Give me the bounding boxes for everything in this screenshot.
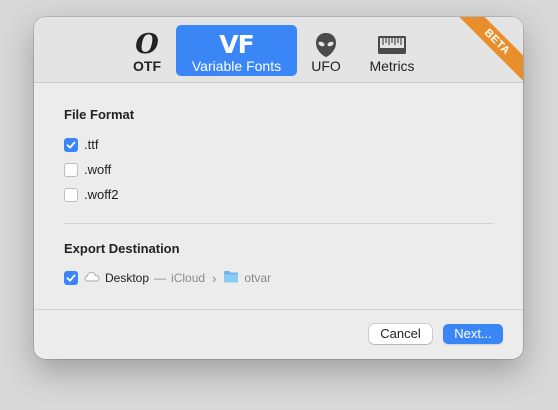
tab-variable-fonts[interactable]: VF Variable Fonts [176, 25, 297, 76]
destination-location: Desktop [105, 271, 150, 285]
folder-icon [223, 270, 239, 286]
destination-folder: otvar [244, 271, 272, 285]
woff2-checkbox[interactable] [64, 187, 78, 202]
section-divider [64, 223, 493, 224]
ttf-label: .ttf [84, 137, 99, 152]
tab-metrics[interactable]: Metrics [364, 25, 420, 76]
destination-path[interactable]: Desktop — iCloud › otvar [84, 270, 271, 286]
export-destination-title: Export Destination [64, 241, 180, 256]
tab-metrics-label: Metrics [369, 58, 415, 74]
chevron-right-icon: › [212, 270, 217, 286]
checkmark-icon[interactable] [64, 137, 78, 152]
woff2-label: .woff2 [84, 187, 119, 202]
cancel-button[interactable]: Cancel [369, 324, 432, 344]
woff-label: .woff [84, 162, 112, 177]
tab-ufo[interactable]: UFO [309, 25, 343, 76]
export-destination-row[interactable]: Desktop — iCloud › otvar [64, 270, 271, 286]
woff-checkbox-row[interactable]: .woff [64, 162, 111, 177]
cloud-icon [84, 271, 100, 285]
next-button[interactable]: Next... [443, 324, 503, 344]
tab-variable-fonts-label: Variable Fonts [191, 58, 282, 74]
ruler-icon [377, 31, 407, 58]
export-dialog: O OTF VF Variable Fonts UFO Metrics BETA… [34, 17, 523, 359]
toolbar: O OTF VF Variable Fonts UFO Metrics [34, 17, 523, 83]
footer-divider [34, 309, 523, 310]
destination-service: iCloud [171, 271, 206, 285]
tab-otf-label: OTF [133, 58, 161, 74]
otf-glyph-icon: O [135, 29, 159, 60]
file-format-title: File Format [64, 107, 135, 122]
vf-glyph-icon: VF [219, 30, 254, 59]
ttf-checkbox-row[interactable]: .ttf [64, 137, 98, 152]
alien-head-icon [315, 31, 337, 58]
woff-checkbox[interactable] [64, 162, 78, 177]
tab-ufo-label: UFO [311, 58, 341, 74]
destination-separator: — [154, 271, 167, 285]
woff2-checkbox-row[interactable]: .woff2 [64, 187, 118, 202]
checkmark-icon[interactable] [64, 271, 78, 285]
tab-otf[interactable]: O OTF [132, 25, 162, 76]
